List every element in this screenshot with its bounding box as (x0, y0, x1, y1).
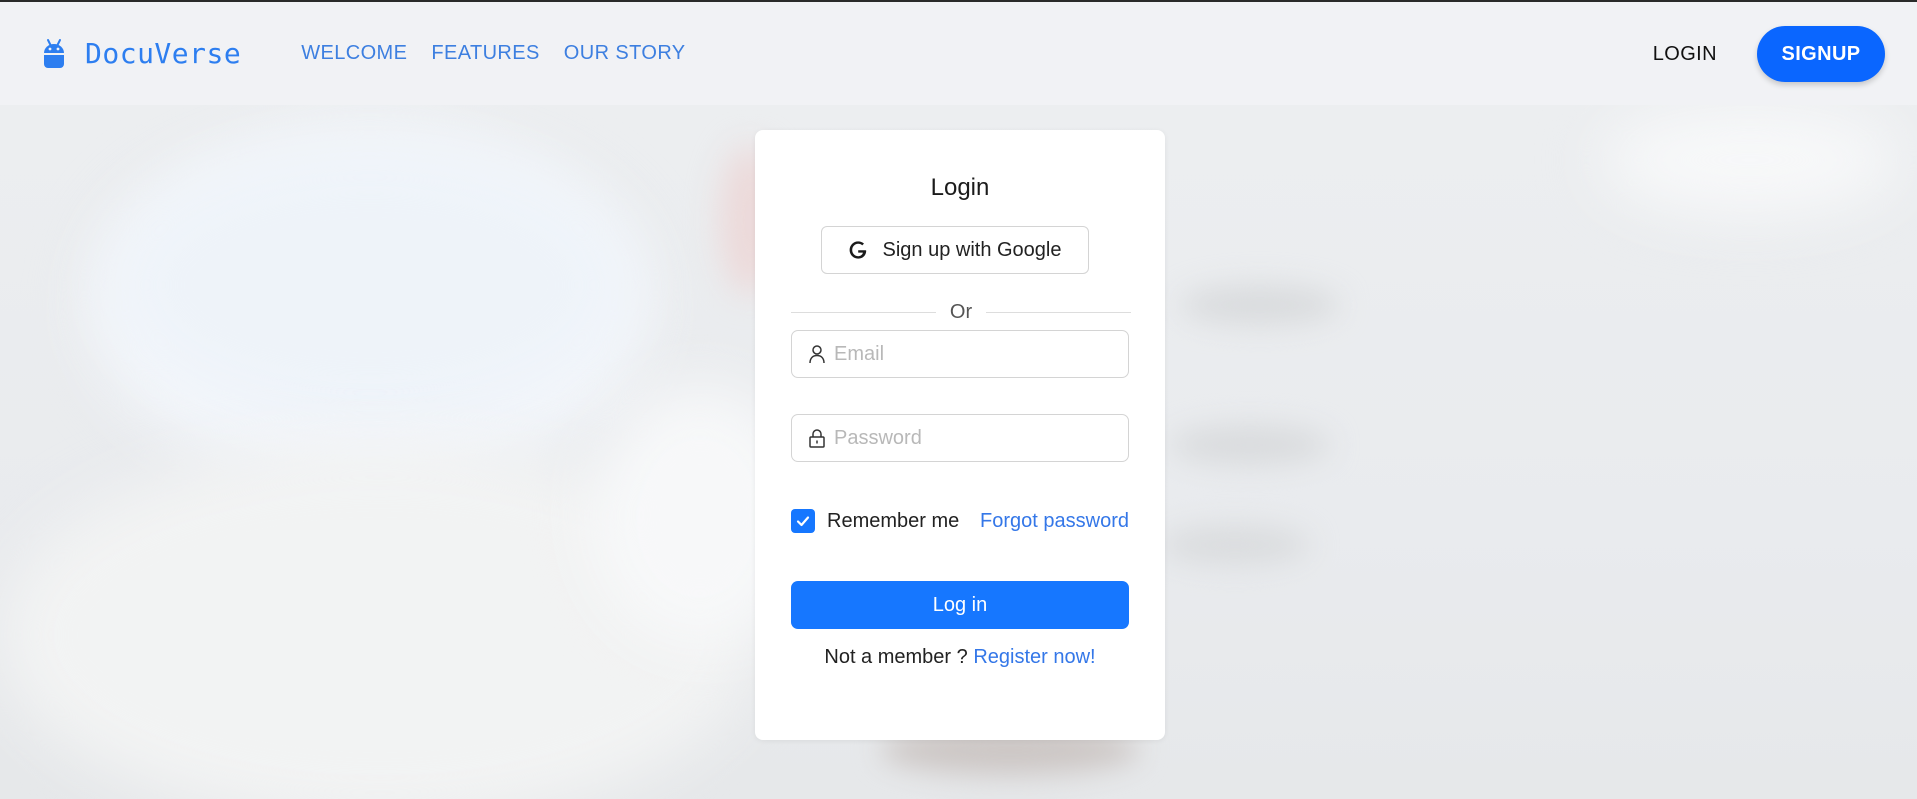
nav-link-features[interactable]: FEATURES (431, 42, 539, 65)
remember-me-checkbox[interactable] (791, 509, 815, 533)
checkmark-icon (796, 516, 810, 527)
brand-logo[interactable]: DocuVerse (41, 36, 241, 72)
login-options-row: Remember me Forgot password (791, 508, 1129, 534)
forgot-password-link[interactable]: Forgot password (980, 510, 1129, 533)
google-signup-label: Sign up with Google (882, 238, 1062, 261)
nav-link-welcome[interactable]: WELCOME (301, 42, 407, 65)
divider-line-left (791, 311, 936, 313)
google-icon (850, 241, 867, 259)
android-icon (44, 38, 64, 68)
login-card: Login Sign up with Google Or Re (755, 130, 1165, 740)
or-divider: Or (791, 300, 1131, 324)
user-icon (809, 345, 825, 364)
nav-actions: LOGIN SIGNUP (1653, 26, 1885, 82)
register-row: Not a member ? Register now! (755, 646, 1165, 669)
email-field[interactable] (791, 330, 1129, 378)
register-prompt: Not a member ? (824, 646, 968, 668)
lock-icon (809, 429, 825, 448)
register-now-link[interactable]: Register now! (973, 646, 1095, 668)
remember-me-label[interactable]: Remember me (827, 510, 959, 533)
login-title: Login (930, 174, 990, 201)
brand-name: DocuVerse (85, 37, 242, 70)
divider-line-right (986, 311, 1131, 313)
divider-text: Or (949, 300, 973, 323)
password-field[interactable] (791, 414, 1129, 462)
log-in-button[interactable]: Log in (791, 581, 1129, 629)
signup-button[interactable]: SIGNUP (1757, 26, 1885, 82)
password-input[interactable] (834, 426, 1124, 450)
google-signup-button[interactable]: Sign up with Google (821, 226, 1089, 274)
email-input[interactable] (834, 342, 1124, 366)
nav-links: WELCOME FEATURES OUR STORY (301, 42, 709, 65)
top-navbar: DocuVerse WELCOME FEATURES OUR STORY LOG… (0, 2, 1917, 105)
nav-login-link[interactable]: LOGIN (1653, 43, 1717, 66)
nav-link-our-story[interactable]: OUR STORY (564, 42, 686, 65)
